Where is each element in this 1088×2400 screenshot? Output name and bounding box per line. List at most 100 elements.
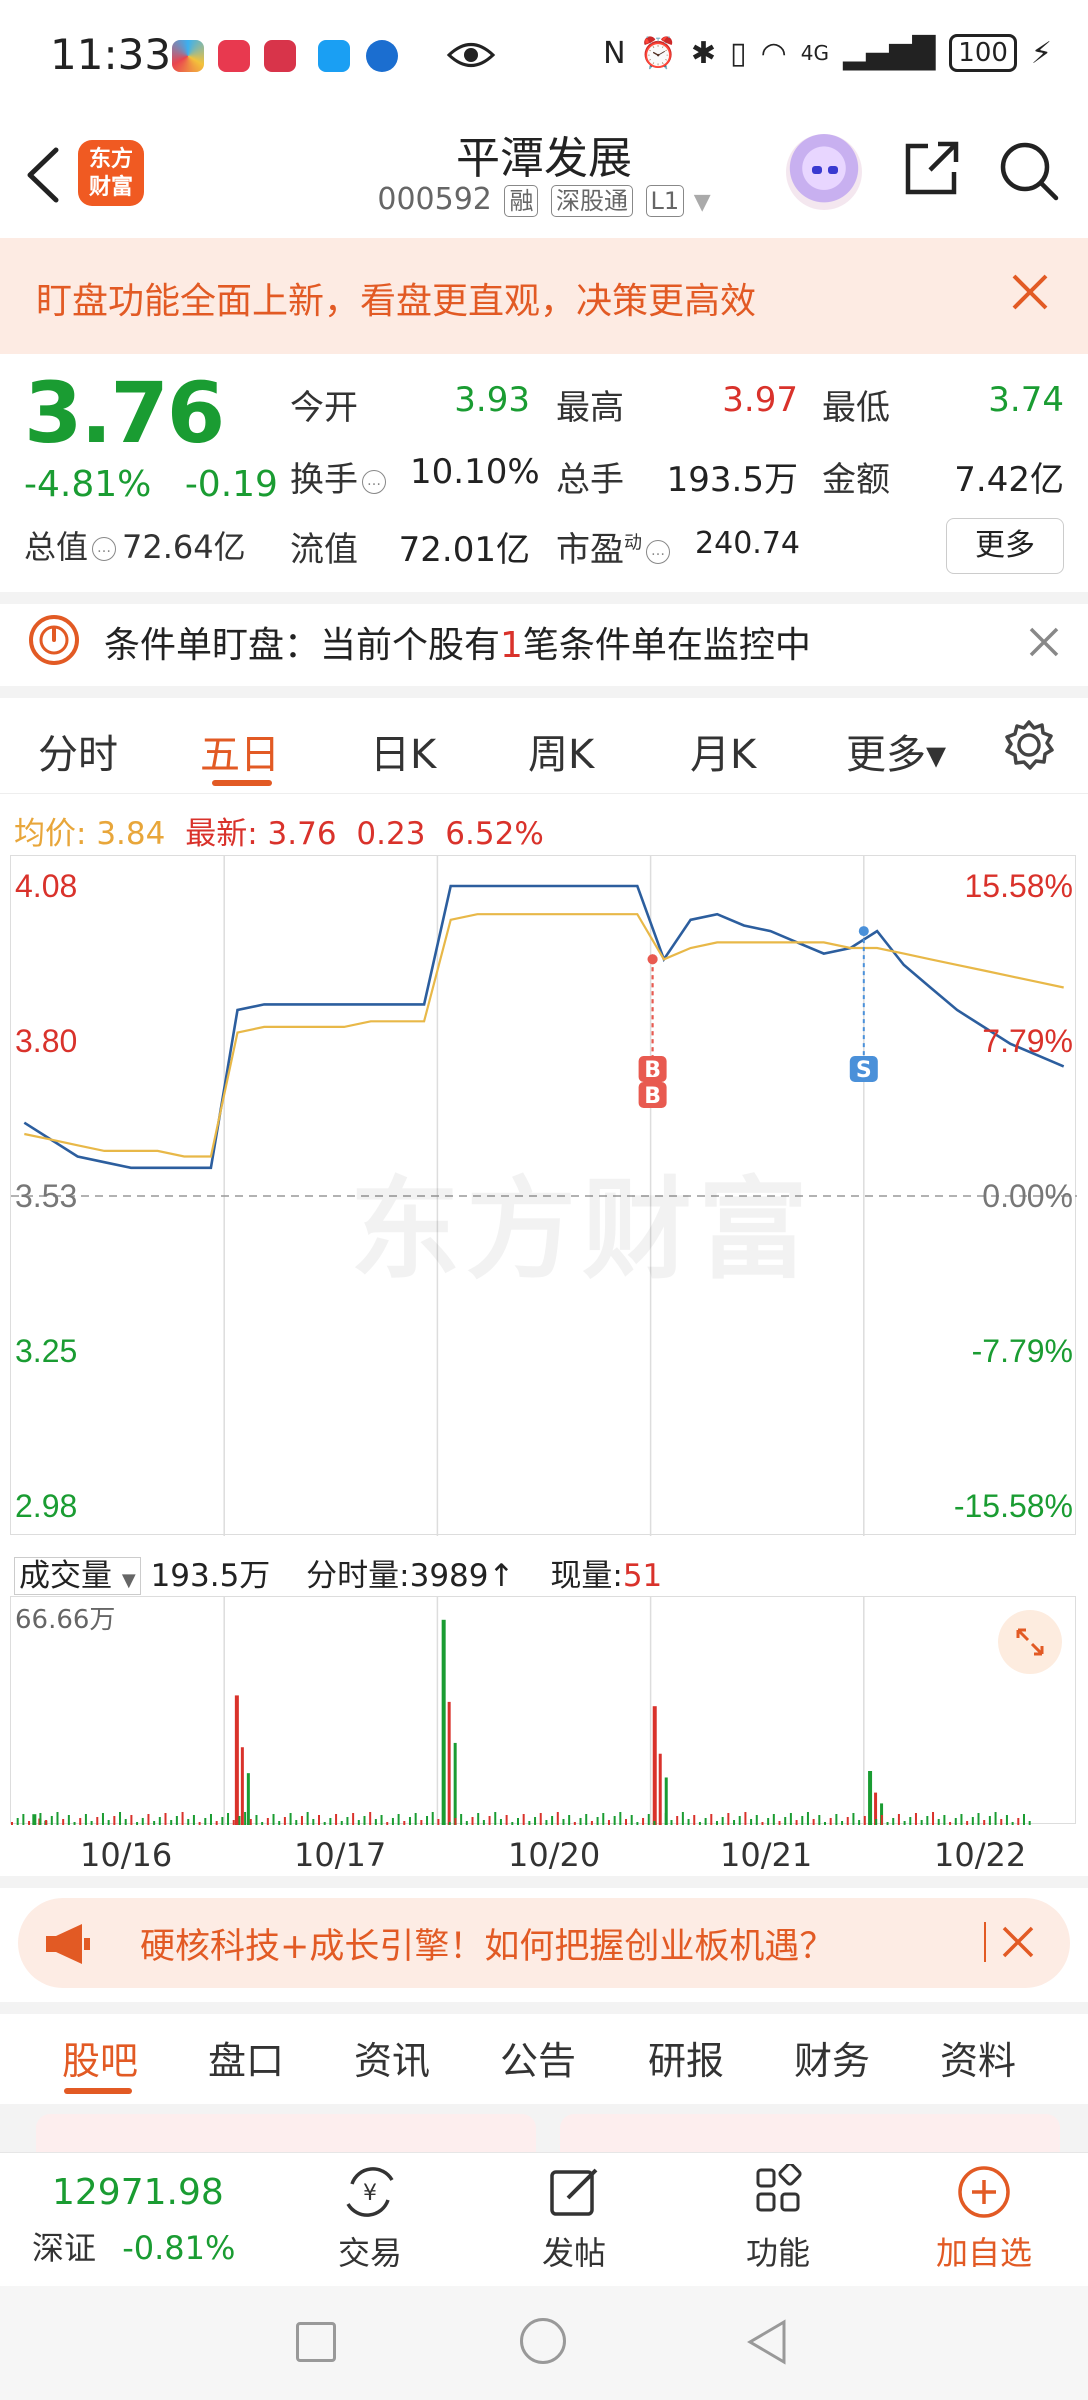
volume-bar <box>209 1814 212 1825</box>
ad-text[interactable]: 硬核科技+成长引擎！如何把握创业板机遇？ <box>140 1918 834 1969</box>
volume-bar <box>1011 1822 1014 1825</box>
function-button[interactable]: 功能 <box>728 2164 828 2274</box>
volume-bar <box>494 1812 497 1825</box>
volume-bar <box>954 1818 957 1825</box>
close-icon[interactable] <box>1008 270 1052 314</box>
info-icon[interactable]: … <box>362 469 386 494</box>
volume-bar <box>812 1819 815 1825</box>
volume-bar <box>988 1816 991 1825</box>
latest-label: 最新: <box>185 816 258 852</box>
volume-bar <box>28 1821 31 1825</box>
post-button[interactable]: 发帖 <box>524 2164 624 2274</box>
tab-five-day[interactable]: 五日 <box>200 722 280 780</box>
trade-icon: ¥ <box>346 2167 394 2217</box>
tab-more[interactable]: 更多▾ <box>846 722 946 780</box>
volume-bar <box>789 1813 792 1825</box>
volume-bar <box>647 1814 650 1825</box>
y-axis-tick-left: 2.98 <box>15 1488 77 1524</box>
volume-bar <box>652 1706 657 1825</box>
volume-bar <box>22 1814 25 1825</box>
volume-bar <box>101 1813 104 1825</box>
volume-bar <box>914 1813 917 1825</box>
volume-bar <box>465 1821 468 1825</box>
tab-weekly-k[interactable]: 周K <box>528 722 594 780</box>
volume-bar <box>994 1812 997 1825</box>
volume-bar <box>1028 1821 1031 1825</box>
promo-text[interactable]: 盯盘功能全面上新，看盘更直观，决策更高效 <box>36 272 756 324</box>
more-button[interactable]: 更多 <box>946 518 1064 574</box>
volume-selector[interactable]: 成交量 ▼ <box>14 1557 141 1595</box>
tab-forum[interactable]: 股吧 <box>62 2030 138 2085</box>
high-label: 最高 <box>556 388 624 428</box>
volume-bar <box>721 1817 724 1825</box>
volume-bar <box>221 1817 224 1825</box>
tab-news[interactable]: 资讯 <box>354 2030 430 2085</box>
tab-profile[interactable]: 资料 <box>940 2030 1016 2085</box>
trade-button[interactable]: ¥ 交易 <box>320 2164 420 2274</box>
volume-bar <box>255 1815 258 1825</box>
volume-bar <box>454 1818 457 1825</box>
expand-button[interactable] <box>998 1610 1062 1674</box>
volume-label: 总手 <box>556 460 624 500</box>
vibrate-icon: ▯ <box>730 35 747 71</box>
volume-bar <box>420 1820 423 1825</box>
volume-bar <box>738 1816 741 1825</box>
info-icon[interactable]: … <box>646 539 670 564</box>
tab-finance[interactable]: 财务 <box>794 2030 870 2085</box>
condition-text[interactable]: 条件单盯盘：当前个股有1笔条件单在监控中 <box>104 616 811 668</box>
volume-bar <box>824 1822 827 1825</box>
divider <box>0 686 1088 698</box>
share-icon[interactable] <box>900 138 962 200</box>
volume-bar <box>829 1818 832 1825</box>
tab-announcements[interactable]: 公告 <box>500 2030 576 2085</box>
close-icon[interactable] <box>1026 624 1062 660</box>
volume-bar <box>33 1817 36 1825</box>
volume-bar <box>289 1813 292 1825</box>
volume-bar <box>187 1819 190 1825</box>
index-quote[interactable]: 12971.98 深证 -0.81% <box>32 2172 272 2269</box>
volume-bar <box>863 1816 866 1825</box>
dropdown-triangle-icon[interactable]: ▼ <box>694 190 711 215</box>
volume-bar <box>744 1812 747 1825</box>
volume-bar <box>522 1814 525 1825</box>
volume-bar <box>11 1822 13 1825</box>
volume-bar <box>835 1814 838 1825</box>
info-icon[interactable]: … <box>92 537 117 561</box>
price-line <box>23 884 1065 1170</box>
tick-volume: 分时量:3989 <box>306 1558 489 1594</box>
assistant-robot-icon[interactable] <box>786 134 862 210</box>
volume-bar <box>698 1822 701 1825</box>
volume-bar <box>886 1822 889 1825</box>
volume-bar <box>920 1820 923 1825</box>
volume-bar <box>488 1816 491 1825</box>
gear-icon[interactable] <box>1002 718 1056 772</box>
volume-bar <box>119 1812 122 1825</box>
volume-bar <box>568 1815 571 1825</box>
home-icon[interactable] <box>520 2318 566 2364</box>
trade-marker-dot <box>647 954 658 965</box>
y-axis-tick-left: 3.53 <box>15 1178 77 1214</box>
y-axis-tick-left: 4.08 <box>15 868 77 904</box>
date-label: 10/22 <box>934 1836 1027 1874</box>
search-icon[interactable] <box>998 140 1060 202</box>
recent-apps-icon[interactable] <box>296 2322 336 2362</box>
volume-bar <box>943 1815 946 1825</box>
tag-margin: 融 <box>504 185 539 217</box>
tab-daily-k[interactable]: 日K <box>370 722 436 780</box>
close-icon[interactable] <box>1000 1924 1036 1960</box>
add-watchlist-button[interactable]: 加自选 <box>924 2164 1044 2274</box>
tab-research[interactable]: 研报 <box>648 2030 724 2085</box>
tab-intraday[interactable]: 分时 <box>38 722 118 780</box>
volume-bar <box>778 1821 781 1825</box>
tab-monthly-k[interactable]: 月K <box>690 722 756 780</box>
volume-bar <box>443 1815 446 1825</box>
tab-order-book[interactable]: 盘口 <box>208 2030 284 2085</box>
chart-tabs: 分时 五日 日K 周K 月K 更多▾ <box>0 698 1088 794</box>
volume-bar <box>141 1818 144 1825</box>
back-icon[interactable] <box>744 2318 788 2366</box>
volume-chart[interactable]: 66.66万 <box>10 1596 1076 1825</box>
volume-bar <box>369 1812 372 1825</box>
volume-bar <box>619 1812 622 1825</box>
y-axis-tick-right: 7.79% <box>982 1023 1073 1059</box>
volume-bar <box>642 1818 645 1825</box>
